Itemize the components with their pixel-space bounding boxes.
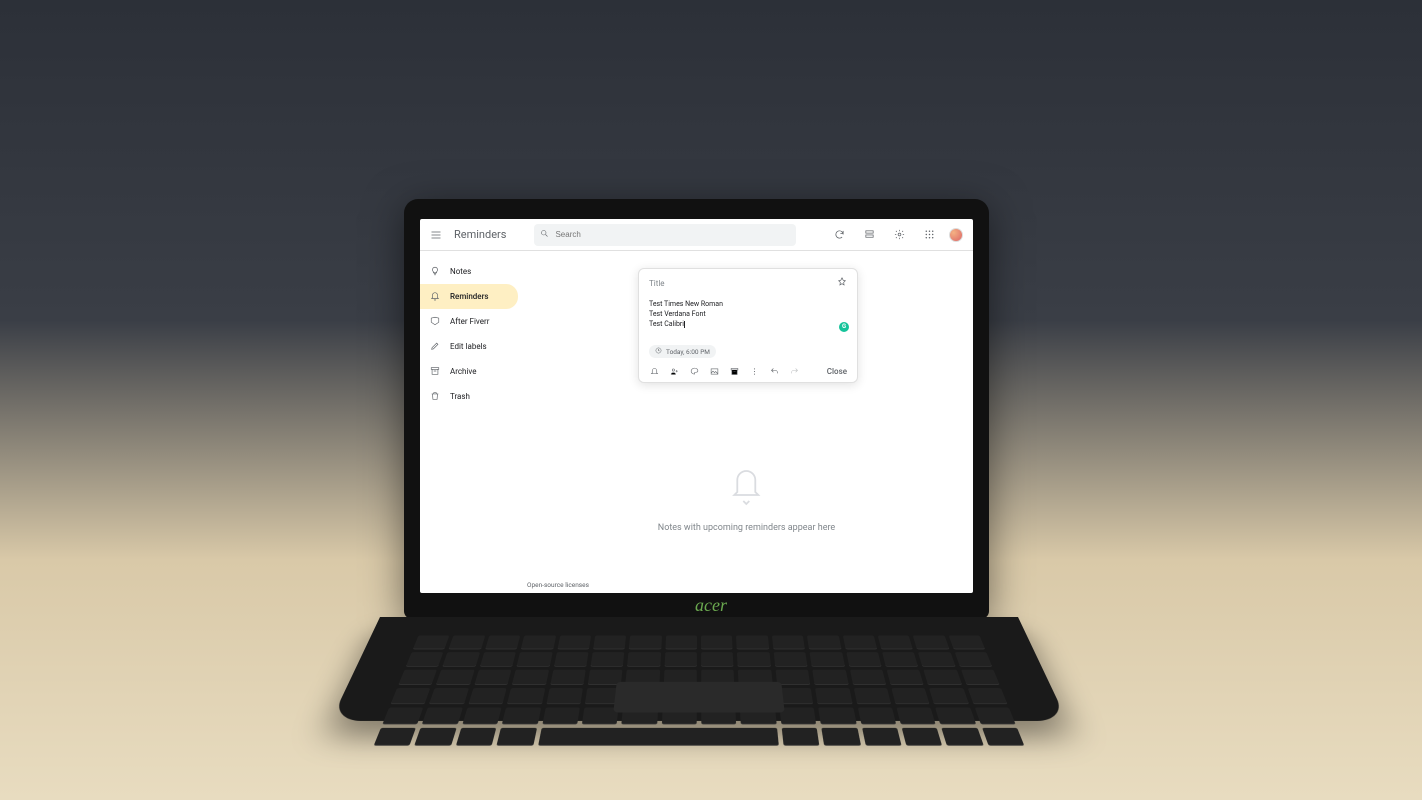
close-button[interactable]: Close xyxy=(827,367,847,376)
sidebar-item-trash[interactable]: Trash xyxy=(420,384,518,409)
list-view-button[interactable] xyxy=(859,225,879,245)
sidebar-item-label: After Fiverr xyxy=(450,317,489,326)
licenses-link[interactable]: Open-source licenses xyxy=(527,581,589,589)
apps-grid-button[interactable] xyxy=(919,225,939,245)
trash-icon xyxy=(430,391,440,403)
sidebar-item-notes[interactable]: Notes xyxy=(420,259,518,284)
main-menu-button[interactable] xyxy=(426,225,446,245)
archive-button[interactable] xyxy=(729,366,739,376)
bell-large-icon xyxy=(658,461,835,513)
lightbulb-icon xyxy=(430,266,440,278)
grammarly-badge[interactable]: G xyxy=(839,322,849,332)
pencil-icon xyxy=(430,341,440,353)
trackpad xyxy=(613,682,784,713)
undo-button[interactable] xyxy=(769,366,779,376)
note-line: Test Calibri xyxy=(649,319,847,329)
empty-state-text: Notes with upcoming reminders appear her… xyxy=(658,523,835,533)
settings-button[interactable] xyxy=(889,225,909,245)
sidebar-item-label-after-fiverr[interactable]: After Fiverr xyxy=(420,309,518,334)
collaborator-button[interactable] xyxy=(669,366,679,376)
label-icon xyxy=(430,316,440,328)
main-area: Title Test Times New Roman Test Verdana … xyxy=(520,251,973,593)
note-line: Test Verdana Font xyxy=(649,309,847,319)
app-screen: Reminders xyxy=(420,219,973,593)
app-title: Reminders xyxy=(454,228,506,241)
header: Reminders xyxy=(420,219,973,251)
avatar[interactable] xyxy=(949,228,963,242)
note-title-input[interactable]: Title xyxy=(649,279,837,288)
laptop-brand-label: acer xyxy=(695,595,727,616)
search-icon xyxy=(540,229,549,240)
clock-icon xyxy=(655,347,662,356)
sidebar-item-label: Reminders xyxy=(450,292,489,301)
sidebar-item-reminders[interactable]: Reminders xyxy=(420,284,518,309)
bell-icon xyxy=(430,291,440,303)
sidebar-item-label: Notes xyxy=(450,267,471,276)
more-button[interactable] xyxy=(749,366,759,376)
sidebar-item-label: Edit labels xyxy=(450,342,487,351)
reminder-chip-label: Today, 6:00 PM xyxy=(666,348,710,356)
redo-button[interactable] xyxy=(789,366,799,376)
sidebar-item-label: Archive xyxy=(450,367,476,376)
color-button[interactable] xyxy=(689,366,699,376)
laptop-base xyxy=(331,617,1068,721)
sidebar-item-archive[interactable]: Archive xyxy=(420,359,518,384)
empty-state: Notes with upcoming reminders appear her… xyxy=(658,461,835,533)
note-line: Test Times New Roman xyxy=(649,299,847,309)
refresh-button[interactable] xyxy=(829,225,849,245)
remind-me-button[interactable] xyxy=(649,366,659,376)
image-button[interactable] xyxy=(709,366,719,376)
search-box[interactable] xyxy=(534,224,796,246)
note-body[interactable]: Test Times New Roman Test Verdana Font T… xyxy=(649,299,847,329)
note-editor: Title Test Times New Roman Test Verdana … xyxy=(638,268,858,383)
archive-icon xyxy=(430,366,440,378)
note-toolbar: Close xyxy=(649,366,847,376)
search-input[interactable] xyxy=(555,230,790,239)
app-body: Notes Reminders After Fiverr Edit labels… xyxy=(420,251,973,593)
sidebar-item-label: Trash xyxy=(450,392,470,401)
sidebar-item-edit-labels[interactable]: Edit labels xyxy=(420,334,518,359)
pin-button[interactable] xyxy=(837,277,847,289)
sidebar: Notes Reminders After Fiverr Edit labels… xyxy=(420,251,520,593)
laptop-frame: Reminders xyxy=(404,199,989,619)
reminder-chip[interactable]: Today, 6:00 PM xyxy=(649,345,716,358)
